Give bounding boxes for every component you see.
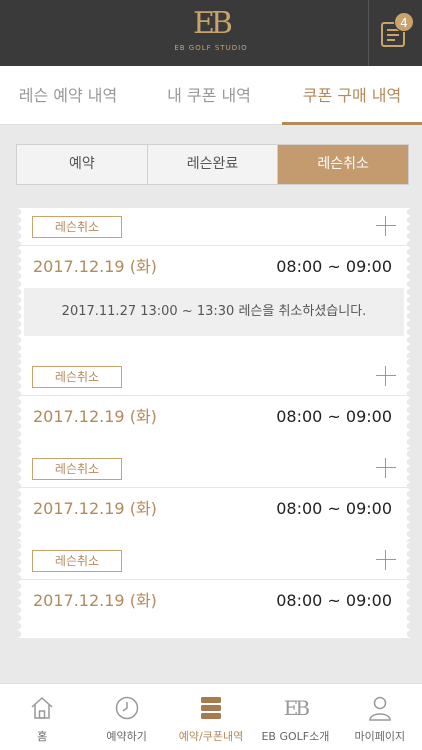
- nav-label: EB GOLF소개: [261, 730, 330, 743]
- lesson-time: 08:00 ~ 09:00: [276, 499, 392, 518]
- clock-icon: [115, 696, 138, 720]
- lesson-date: 2017.12.19 (화): [33, 257, 157, 276]
- lesson-time: 08:00 ~ 09:00: [276, 407, 392, 426]
- nav-home[interactable]: 홈: [0, 684, 84, 750]
- brand-logo[interactable]: EB EB GOLF STUDIO: [0, 6, 422, 53]
- tab-my-coupons[interactable]: 내 쿠폰 내역: [140, 66, 278, 125]
- tab-coupon-purchases[interactable]: 쿠폰 구매 내역: [282, 66, 422, 125]
- status-segment: 예약 레슨완료 레슨취소: [16, 144, 409, 185]
- notice-button[interactable]: 4: [368, 0, 422, 66]
- plus-icon[interactable]: [376, 458, 396, 478]
- lesson-card[interactable]: 레슨취소 2017.12.19 (화) 08:00 ~ 09:00: [18, 358, 410, 454]
- lesson-date: 2017.12.19 (화): [33, 407, 157, 426]
- app-header: EB EB GOLF STUDIO 4: [0, 0, 422, 66]
- lesson-card[interactable]: 레슨취소 2017.12.19 (화) 08:00 ~ 09:00 2017.1…: [18, 208, 410, 362]
- lesson-card[interactable]: 레슨취소 2017.12.19 (화) 08:00 ~ 09:00: [18, 542, 410, 638]
- lesson-time: 08:00 ~ 09:00: [276, 257, 392, 276]
- segment-cancelled[interactable]: 레슨취소: [278, 145, 409, 184]
- nav-label: 홈: [37, 730, 48, 743]
- cancel-note: 2017.11.27 13:00 ~ 13:30 레슨을 취소하셨습니다.: [24, 288, 404, 336]
- status-badge: 레슨취소: [32, 458, 122, 480]
- segment-completed[interactable]: 레슨완료: [148, 145, 279, 184]
- stack-icon: [201, 697, 222, 719]
- nav-label: 예약/쿠폰내역: [178, 730, 244, 743]
- home-icon: [31, 696, 53, 719]
- status-badge: 레슨취소: [32, 366, 122, 388]
- nav-reserve[interactable]: 예약하기: [84, 684, 168, 750]
- lesson-card[interactable]: 레슨취소 2017.12.19 (화) 08:00 ~ 09:00: [18, 450, 410, 546]
- status-badge: 레슨취소: [32, 216, 122, 238]
- logo-text: EB GOLF STUDIO: [174, 44, 248, 52]
- nav-about[interactable]: EB EB GOLF소개: [253, 684, 337, 750]
- segment-reserved[interactable]: 예약: [17, 145, 148, 184]
- tab-lesson-reservations[interactable]: 레슨 예약 내역: [0, 66, 136, 125]
- nav-mypage[interactable]: 마이페이지: [338, 684, 422, 750]
- logo-mark: EB: [193, 6, 233, 41]
- nav-label: 예약하기: [106, 730, 147, 743]
- eb-logo-icon: EB: [283, 696, 310, 720]
- nav-history[interactable]: 예약/쿠폰내역: [169, 684, 253, 750]
- bottom-nav: 홈 예약하기 예약/쿠폰내역 EB EB GOLF소개 마이페이지: [0, 683, 422, 750]
- top-tabs: 레슨 예약 내역 내 쿠폰 내역 쿠폰 구매 내역: [0, 66, 422, 125]
- notice-count-badge: 4: [394, 12, 414, 32]
- plus-icon[interactable]: [376, 550, 396, 570]
- person-icon: [369, 696, 391, 721]
- status-badge: 레슨취소: [32, 550, 122, 572]
- plus-icon[interactable]: [376, 366, 396, 386]
- lesson-date: 2017.12.19 (화): [33, 499, 157, 518]
- plus-icon[interactable]: [376, 216, 396, 236]
- lesson-date: 2017.12.19 (화): [33, 591, 157, 610]
- lesson-time: 08:00 ~ 09:00: [276, 591, 392, 610]
- nav-label: 마이페이지: [354, 730, 406, 743]
